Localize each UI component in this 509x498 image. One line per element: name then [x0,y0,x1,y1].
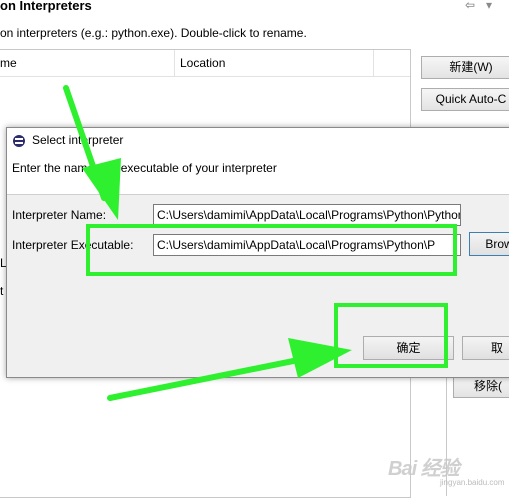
dialog-title-bar[interactable]: Select interpreter [7,128,509,153]
column-header-location[interactable]: Location [180,56,225,70]
page-title: on Interpreters [0,0,92,13]
remove-button[interactable]: 移除( [453,375,509,398]
dialog-message: Enter the name and executable of your in… [12,161,277,175]
column-header-name[interactable]: me [0,56,17,70]
left-fragment-2: t [0,284,4,298]
menu-dropdown-icon[interactable]: ▾ [486,0,492,12]
ok-highlight-box [334,303,448,368]
browse-button[interactable]: Brow [469,232,509,256]
interpreter-name-input[interactable] [153,204,461,226]
cancel-button[interactable]: 取 [462,336,509,360]
baidu-watermark-url: jingyan.baidu.com [440,478,505,487]
baidu-watermark: Bai 经验 [388,458,460,480]
interpreter-name-label: Interpreter Name: [12,208,107,222]
executable-highlight-box [86,224,457,276]
page-description: on interpreters (e.g.: python.exe). Doub… [0,26,307,40]
new-interpreter-button[interactable]: 新建(W) [421,56,509,79]
dialog-title: Select interpreter [32,133,124,147]
preference-page-title-bar: on Interpreters ⇦ ▾ [0,0,509,18]
dialog-message-area: Enter the name and executable of your in… [7,153,509,195]
eclipse-icon [13,135,25,147]
back-arrow-icon[interactable]: ⇦ [465,0,475,12]
table-header: me Location [0,50,410,77]
quick-auto-config-button[interactable]: Quick Auto-C [421,88,509,111]
